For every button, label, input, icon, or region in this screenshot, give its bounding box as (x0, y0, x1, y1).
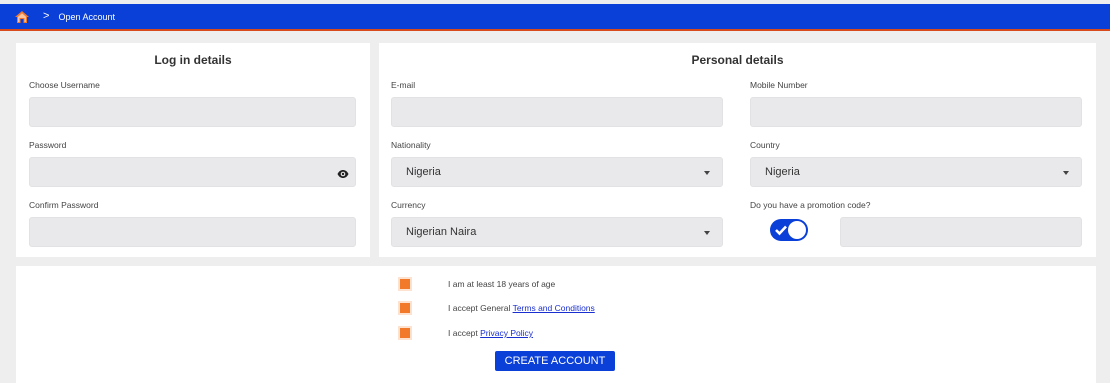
personal-panel: Personal details E-mail Mobile Number Na… (379, 43, 1096, 257)
country-select[interactable]: Nigeria (750, 157, 1082, 187)
email-label: E-mail (391, 80, 416, 90)
promo-label: Do you have a promotion code? (750, 200, 871, 210)
nationality-label: Nationality (391, 140, 431, 150)
nationality-value: Nigeria (406, 166, 441, 178)
confirm-password-input[interactable] (29, 217, 356, 247)
eye-icon[interactable] (337, 167, 349, 179)
currency-value: Nigerian Naira (406, 226, 477, 238)
country-value: Nigeria (765, 166, 800, 178)
password-label: Password (29, 140, 67, 150)
terms-checkbox[interactable] (398, 301, 412, 315)
username-input[interactable] (29, 97, 356, 127)
age-checkbox[interactable] (398, 277, 412, 291)
currency-select[interactable]: Nigerian Naira (391, 217, 723, 247)
promo-code-input[interactable] (840, 217, 1082, 247)
top-bar: > Open Account (0, 4, 1110, 31)
terms-link[interactable]: Terms and Conditions (513, 303, 595, 313)
email-input[interactable] (391, 97, 723, 127)
currency-label: Currency (391, 200, 426, 210)
chevron-down-icon (1063, 171, 1069, 175)
toggle-knob (788, 221, 806, 239)
confirm-password-label: Confirm Password (29, 200, 99, 210)
age-text: I am at least 18 years of age (448, 279, 556, 289)
promo-code-toggle[interactable] (770, 219, 808, 241)
login-panel-title: Log in details (154, 53, 232, 67)
breadcrumb: Open Account (58, 11, 115, 22)
username-label: Choose Username (29, 80, 100, 90)
privacy-link[interactable]: Privacy Policy (480, 328, 533, 338)
country-label: Country (750, 140, 780, 150)
login-panel: Log in details Choose Username Password … (16, 43, 370, 257)
chevron-down-icon (704, 171, 710, 175)
personal-panel-title: Personal details (691, 53, 784, 67)
privacy-prefix: I accept (448, 328, 481, 338)
privacy-checkbox[interactable] (398, 326, 412, 340)
terms-text: I accept General Terms and Conditions (448, 303, 595, 313)
terms-prefix: I accept General (448, 303, 513, 313)
password-input[interactable] (29, 157, 356, 187)
home-icon[interactable] (15, 10, 29, 24)
chevron-down-icon (704, 231, 710, 235)
mobile-input[interactable] (750, 97, 1082, 127)
breadcrumb-separator: > (43, 10, 50, 22)
nationality-select[interactable]: Nigeria (391, 157, 723, 187)
check-icon (775, 225, 787, 236)
mobile-label: Mobile Number (750, 80, 808, 90)
create-account-button[interactable]: CREATE ACCOUNT (495, 351, 615, 371)
privacy-text: I accept Privacy Policy (448, 328, 533, 338)
